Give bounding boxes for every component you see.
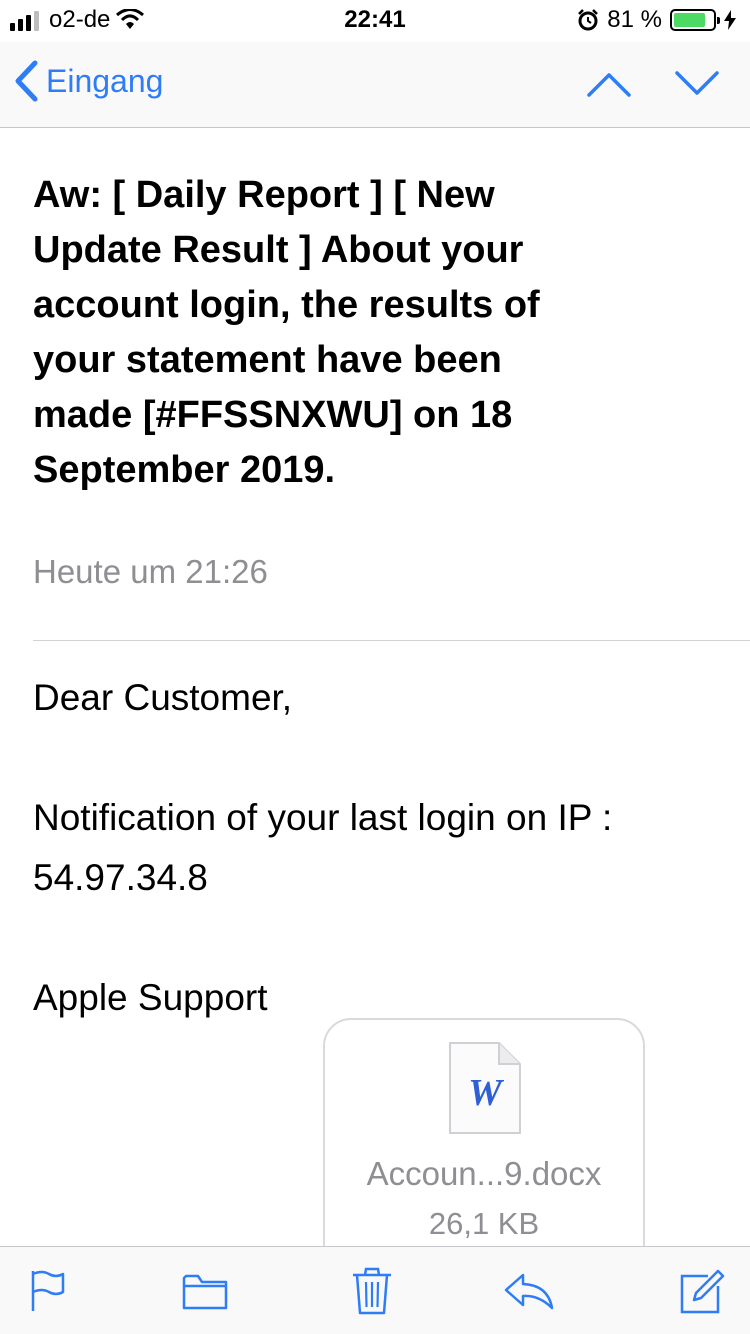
back-button[interactable]: Eingang — [14, 60, 163, 102]
reply-icon — [504, 1273, 554, 1310]
flag-button[interactable] — [20, 1265, 76, 1317]
header-divider — [33, 640, 750, 641]
folder-icon — [182, 1274, 228, 1310]
status-bar: o2-de 22:41 81 % — [0, 0, 750, 42]
previous-message-button[interactable] — [586, 64, 632, 104]
next-message-button[interactable] — [674, 64, 720, 104]
compose-icon — [680, 1269, 725, 1314]
email-notification: Notification of your last login on IP : … — [33, 797, 613, 898]
bottom-toolbar — [0, 1246, 750, 1334]
battery-percent: 81 % — [607, 6, 662, 33]
status-right: 81 % — [577, 6, 736, 34]
attachment-card[interactable]: W Accoun...9.docx 26,1 KB — [323, 1018, 645, 1246]
email-subject: Aw: [ Daily Report ] [ New Update Result… — [33, 174, 540, 491]
chevron-down-icon — [675, 71, 719, 95]
reply-button[interactable] — [501, 1265, 557, 1317]
email-date: Heute um 21:26 — [33, 553, 268, 590]
flag-icon — [31, 1270, 65, 1311]
attachment-size: 26,1 KB — [428, 1206, 540, 1241]
move-to-folder-button[interactable] — [177, 1265, 233, 1317]
message-view[interactable]: Aw: [ Daily Report ] [ New Update Result… — [0, 128, 750, 1246]
word-letter: W — [468, 1072, 505, 1114]
compose-button[interactable] — [674, 1265, 730, 1317]
chevron-left-icon — [15, 60, 38, 102]
battery-icon — [670, 9, 720, 31]
word-document-icon: W — [447, 1040, 523, 1141]
battery-fill — [674, 13, 705, 27]
message-navigation — [586, 64, 720, 104]
email-greeting: Dear Customer, — [33, 677, 293, 718]
attachment-name: Accoun...9.docx — [366, 1155, 602, 1192]
back-button-label: Eingang — [46, 62, 164, 99]
delete-button[interactable] — [344, 1265, 400, 1317]
chevron-up-icon — [587, 73, 631, 97]
charging-bolt-icon — [724, 10, 736, 30]
alarm-clock-icon — [578, 9, 599, 31]
navigation-bar: Eingang — [0, 42, 750, 128]
trash-icon — [353, 1267, 391, 1315]
